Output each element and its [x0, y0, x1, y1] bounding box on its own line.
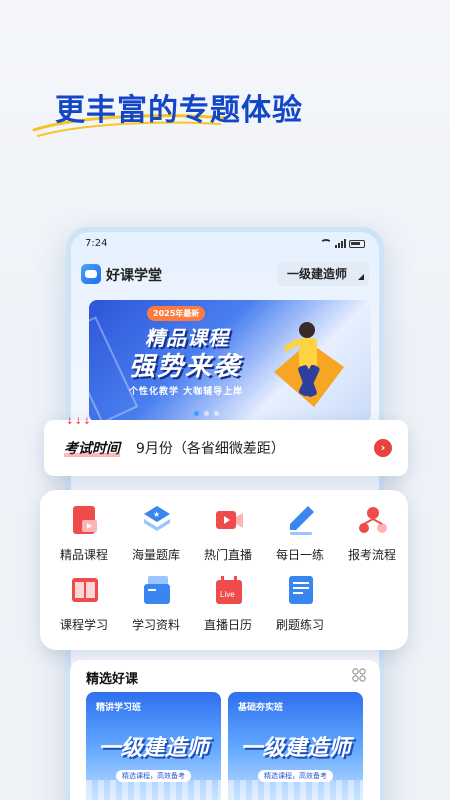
exam-type-label: 一级建造师: [287, 267, 348, 281]
grid-item-practice-drills[interactable]: 刷题练习: [264, 574, 336, 644]
grid-label: 精品课程: [59, 548, 108, 562]
clipboard-icon: [289, 576, 313, 604]
page-headline: 更丰富的专题体验: [55, 93, 303, 128]
exam-time-value: 9月份（各省细微差距）: [136, 441, 285, 457]
course-tag: 精讲学习班: [96, 703, 142, 713]
pencil-icon: [290, 506, 314, 535]
app-name: 好课学堂: [106, 268, 162, 284]
city-skyline-decoration: [228, 780, 363, 800]
grid-view-icon[interactable]: [352, 668, 366, 682]
featured-title: 精选好课: [86, 672, 139, 687]
banner-dot[interactable]: [204, 411, 209, 416]
calendar-live-icon: Live: [216, 576, 242, 604]
grid-item-hot-live[interactable]: 热门直播: [192, 504, 264, 574]
signal-icon: [335, 239, 346, 248]
layers-star-icon: ★: [144, 506, 170, 531]
wifi-icon: [320, 239, 332, 248]
exam-type-dropdown[interactable]: 一级建造师: [277, 262, 369, 286]
course-tag: 基础夯实班: [238, 703, 284, 713]
grid-item-study-materials[interactable]: 学习资料: [120, 574, 192, 644]
banner-pagination[interactable]: [194, 411, 219, 416]
status-icons: [320, 239, 365, 248]
video-camera-icon: [216, 511, 243, 529]
grid-label: 学习资料: [131, 618, 180, 632]
exam-time-card[interactable]: ↓↓↓ 考试时间 9月份（各省细微差距） ›: [44, 417, 408, 476]
promo-banner[interactable]: 2025年最新 精品课程 强势来袭 个性化教学 大咖辅导上岸: [89, 300, 371, 422]
banner-badge: 2025年最新: [147, 306, 206, 321]
folder-icon: [144, 576, 170, 604]
app-logo-icon: [81, 264, 101, 284]
grid-item-daily-practice[interactable]: 每日一练: [264, 504, 336, 574]
function-grid-card: 精品课程 ★ 海量题库 热门直播 每日一练 报考流程 课程学习 学习资料 Liv…: [40, 490, 408, 650]
grid-label: 直播日历: [203, 618, 252, 632]
down-arrows-icon: ↓↓↓: [66, 417, 92, 427]
app-header: 好课学堂 一级建造师: [81, 262, 369, 288]
featured-courses-section: 精选好课 精讲学习班 一级建造师 精选课程，高效备考 基础夯实班 一级建造师 精…: [70, 660, 380, 800]
chevron-right-icon[interactable]: ›: [374, 439, 392, 457]
grid-label: 每日一练: [275, 548, 324, 562]
status-bar: 7:24: [85, 238, 365, 254]
grid-item-live-calendar[interactable]: Live 直播日历: [192, 574, 264, 644]
svg-text:Live: Live: [220, 590, 235, 599]
banner-dot[interactable]: [194, 411, 199, 416]
grid-item-course-study[interactable]: 课程学习: [48, 574, 120, 644]
banner-title-line2: 强势来袭: [129, 352, 242, 382]
video-book-icon: [73, 506, 97, 534]
grid-label: 海量题库: [131, 548, 180, 562]
city-skyline-decoration: [86, 780, 221, 800]
course-title: 一级建造师: [98, 736, 209, 761]
grid-label: 课程学习: [59, 618, 108, 632]
running-person-illustration: [274, 322, 344, 407]
battery-icon: [349, 239, 365, 248]
grid-item-question-bank[interactable]: ★ 海量题库: [120, 504, 192, 574]
flow-icon: [359, 507, 387, 533]
grid-item-premium-courses[interactable]: 精品课程: [48, 504, 120, 574]
course-card[interactable]: 精讲学习班 一级建造师 精选课程，高效备考: [86, 692, 221, 800]
grid-label: 刷题练习: [275, 618, 324, 632]
grid-label: 报考流程: [347, 548, 396, 562]
open-book-icon: [72, 578, 98, 602]
grid-label: 热门直播: [203, 548, 252, 562]
course-card[interactable]: 基础夯实班 一级建造师 精选课程，高效备考: [228, 692, 363, 800]
banner-subtitle: 个性化教学 大咖辅导上岸: [129, 387, 244, 397]
dropdown-triangle-icon: [358, 274, 364, 280]
status-time: 7:24: [85, 238, 108, 249]
course-title: 一级建造师: [240, 736, 351, 761]
grid-row-2: 课程学习 学习资料 Live 直播日历 刷题练习: [40, 574, 408, 644]
svg-text:★: ★: [153, 510, 160, 519]
banner-dot[interactable]: [214, 411, 219, 416]
exam-time-label: 考试时间: [64, 438, 120, 458]
grid-row-1: 精品课程 ★ 海量题库 热门直播 每日一练 报考流程: [40, 504, 408, 574]
grid-item-registration-process[interactable]: 报考流程: [336, 504, 408, 574]
